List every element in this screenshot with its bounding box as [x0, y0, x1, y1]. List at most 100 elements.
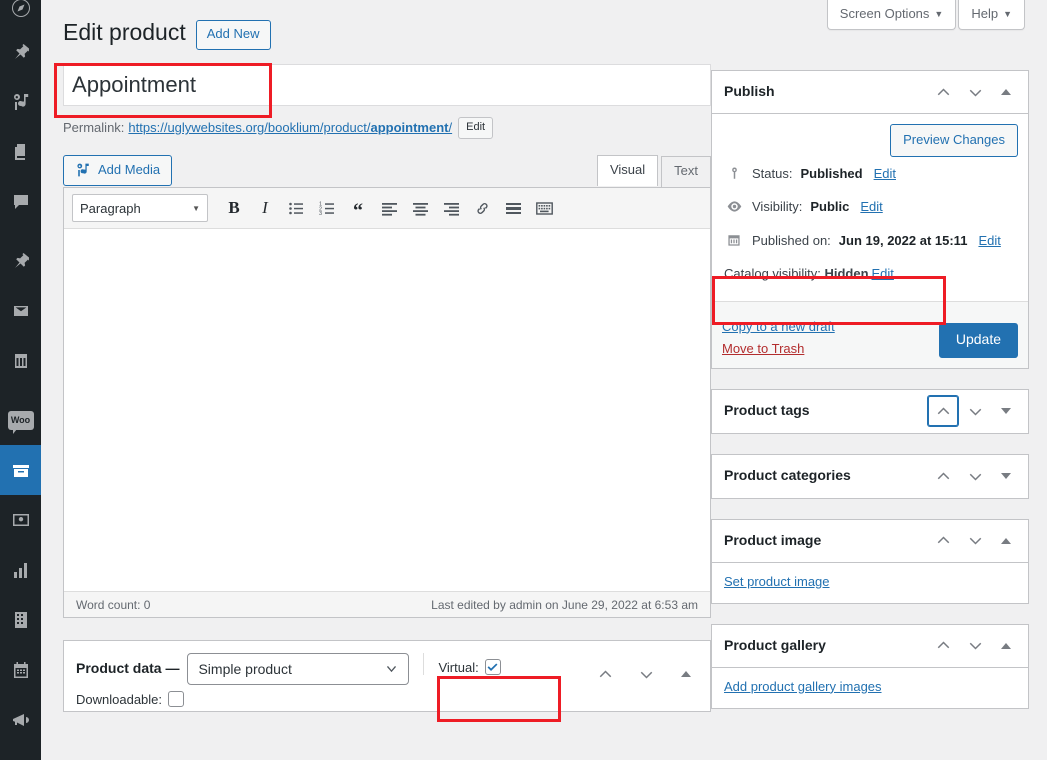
- move-up-button[interactable]: [928, 526, 958, 556]
- move-up-button[interactable]: [928, 77, 958, 107]
- sidebar-item-pages[interactable]: [0, 127, 41, 177]
- product-gallery-inside: Add product gallery images: [712, 668, 1028, 708]
- chevron-down-icon: [969, 473, 981, 481]
- permalink-row: Permalink: https://uglywebsites.org/book…: [63, 116, 711, 140]
- post-sidebar: Publish Preview Changes Status: Publishe…: [711, 70, 1029, 729]
- media-icon: [77, 163, 89, 177]
- numbered-list-button[interactable]: 123: [313, 194, 341, 222]
- align-center-button[interactable]: [406, 194, 434, 222]
- edit-catalog-visibility-link[interactable]: Edit: [872, 264, 894, 284]
- sidebar-item-marketing[interactable]: [0, 695, 41, 745]
- tab-text[interactable]: Text: [661, 156, 711, 188]
- preview-changes-button[interactable]: Preview Changes: [890, 124, 1018, 157]
- add-media-button[interactable]: Add Media: [63, 155, 173, 187]
- sidebar-item-woocommerce[interactable]: Woo: [0, 395, 41, 445]
- sidebar-item-analytics[interactable]: [0, 545, 41, 595]
- tab-visual[interactable]: Visual: [596, 155, 659, 187]
- copy-to-draft-link[interactable]: Copy to a new draft: [722, 319, 835, 334]
- screen-options-tab[interactable]: Screen Options ▼: [826, 0, 957, 30]
- triangle-up-icon: [1001, 642, 1011, 649]
- publish-box-header: Publish: [712, 71, 1028, 114]
- product-image-box: Product image Set product image: [711, 518, 1029, 604]
- toggle-panel-button[interactable]: [992, 461, 1020, 491]
- move-up-button[interactable]: [590, 659, 620, 689]
- permalink-link[interactable]: https://uglywebsites.org/booklium/produc…: [128, 116, 452, 140]
- sidebar-item-dashboard[interactable]: [0, 0, 41, 18]
- align-right-button[interactable]: [437, 194, 465, 222]
- screen-options-label: Screen Options: [839, 6, 930, 21]
- chevron-up-icon: [937, 406, 949, 414]
- page-title: Edit product: [63, 19, 186, 45]
- product-gallery-title: Product gallery: [724, 636, 826, 653]
- update-button[interactable]: Update: [938, 322, 1018, 358]
- sidebar-item-posts[interactable]: [0, 27, 41, 77]
- move-down-button[interactable]: [960, 461, 990, 491]
- sidebar-item-email[interactable]: [0, 286, 41, 336]
- move-up-button[interactable]: [928, 461, 958, 491]
- move-down-button[interactable]: [631, 659, 661, 689]
- sidebar-item-comments[interactable]: [0, 177, 41, 227]
- product-data-header: Product data — Simple product Virtual: D…: [64, 641, 710, 711]
- insert-link-button[interactable]: [468, 194, 496, 222]
- sidebar-item-portfolio[interactable]: [0, 236, 41, 286]
- word-count: Word count: 0: [76, 597, 151, 612]
- delete-action: Copy to a new draft Move to Trash: [722, 319, 835, 358]
- move-to-trash-link[interactable]: Move to Trash: [722, 341, 835, 356]
- bold-button[interactable]: B: [220, 194, 248, 222]
- editor-content-area[interactable]: [64, 229, 710, 591]
- post-status-icon: [724, 166, 744, 181]
- toggle-panel-button[interactable]: [992, 396, 1020, 426]
- move-down-button[interactable]: [960, 631, 990, 661]
- edit-permalink-button[interactable]: Edit: [458, 116, 494, 140]
- add-new-button[interactable]: Add New: [195, 20, 271, 50]
- virtual-label: Virtual:: [438, 659, 479, 675]
- help-tab[interactable]: Help ▼: [958, 0, 1025, 30]
- toggle-panel-button[interactable]: [992, 631, 1020, 661]
- bulleted-list-button[interactable]: [282, 194, 310, 222]
- move-down-button[interactable]: [960, 396, 990, 426]
- move-down-button[interactable]: [960, 526, 990, 556]
- chevron-down-icon: [969, 642, 981, 650]
- set-product-image-link[interactable]: Set product image: [724, 574, 830, 589]
- toggle-panel-button[interactable]: [672, 659, 700, 689]
- product-image-title: Product image: [724, 531, 822, 548]
- edit-visibility-link[interactable]: Edit: [860, 197, 882, 217]
- status-label: Status:: [752, 165, 793, 181]
- bulleted-list-icon: [288, 202, 303, 214]
- add-product-gallery-images-link[interactable]: Add product gallery images: [724, 679, 882, 694]
- move-up-button[interactable]: [928, 631, 958, 661]
- visibility-label: Visibility:: [752, 199, 803, 214]
- sidebar-item-payments[interactable]: [0, 495, 41, 545]
- sidebar-item-products[interactable]: [0, 445, 49, 495]
- screen-meta-links: Screen Options ▼ Help ▼: [826, 0, 1025, 30]
- sidebar-item-media[interactable]: [0, 77, 41, 127]
- megaphone-icon: [12, 714, 29, 726]
- virtual-checkbox[interactable]: [484, 659, 501, 675]
- read-more-button[interactable]: [499, 194, 527, 222]
- product-type-select[interactable]: Simple product: [187, 653, 410, 685]
- preview-row: Preview Changes: [722, 124, 1018, 157]
- toggle-panel-button[interactable]: [992, 526, 1020, 556]
- paragraph-style-select[interactable]: Paragraph ▼: [72, 194, 208, 222]
- align-left-button[interactable]: [375, 194, 403, 222]
- toolbar-toggle-button[interactable]: [530, 194, 558, 222]
- italic-button[interactable]: I: [251, 194, 279, 222]
- menu-separator-4: [0, 745, 41, 754]
- edit-status-link[interactable]: Edit: [874, 164, 896, 184]
- sidebar-item-appearance[interactable]: [0, 754, 41, 760]
- triangle-up-icon: [681, 671, 691, 677]
- insert-link-icon: [476, 202, 488, 214]
- post-title-input[interactable]: [63, 64, 711, 106]
- blockquote-button[interactable]: “: [344, 194, 372, 222]
- toggle-panel-button[interactable]: [992, 77, 1020, 107]
- add-media-label: Add Media: [98, 162, 161, 177]
- downloadable-checkbox[interactable]: [168, 691, 185, 707]
- sidebar-item-hotels[interactable]: [0, 595, 41, 645]
- chevron-up-icon: [937, 87, 949, 95]
- edit-published-date-link[interactable]: Edit: [978, 231, 1000, 251]
- sidebar-item-events[interactable]: [0, 336, 41, 386]
- move-down-button[interactable]: [960, 77, 990, 107]
- move-up-button[interactable]: [928, 396, 958, 426]
- product-data-label: Product data —: [76, 660, 180, 676]
- sidebar-item-bookings[interactable]: [0, 645, 41, 695]
